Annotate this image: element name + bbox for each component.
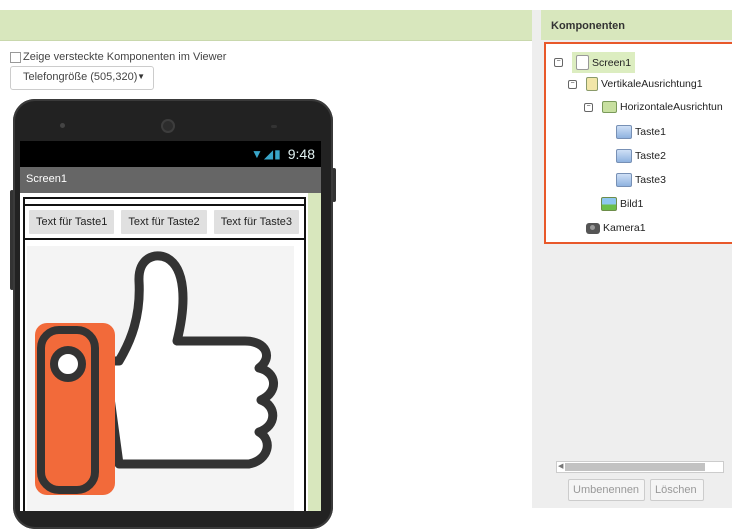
camera-icon (586, 222, 600, 234)
tree-item-taste1[interactable]: Taste1 (616, 125, 666, 139)
tree-item-taste2[interactable]: Taste2 (616, 149, 666, 163)
button-icon (616, 125, 632, 139)
collapse-toggle-icon[interactable]: − (584, 102, 593, 112)
thumbs-up-icon (27, 246, 294, 511)
scrollbar-thumb[interactable] (565, 463, 705, 471)
screen-size-value: Telefongröße (505,320) (23, 71, 138, 83)
viewer-header-bar (0, 10, 532, 41)
tree-label: Taste1 (635, 126, 666, 138)
show-hidden-label: Zeige versteckte Komponenten im Viewer (23, 51, 227, 63)
tree-label: Screen1 (592, 56, 632, 69)
components-panel: − Screen1 − VertikaleAusrichtung1 − Hori… (541, 40, 732, 508)
sensor-icon (271, 125, 277, 128)
signal-battery-icon: ▼◢▮ (251, 147, 282, 161)
scroll-left-icon[interactable]: ◀ (558, 462, 563, 470)
tree-item-screen1[interactable]: − Screen1 (554, 52, 636, 73)
tree-item-taste3[interactable]: Taste3 (616, 173, 666, 187)
tree-item-vertikaleausrichtung1[interactable]: − VertikaleAusrichtung1 (568, 77, 703, 91)
collapse-toggle-icon[interactable]: − (554, 58, 563, 67)
tree-label: Bild1 (620, 198, 644, 210)
design-scroll-strip (308, 193, 321, 511)
earpiece-icon (161, 119, 175, 133)
image-bild1[interactable] (27, 246, 294, 511)
tree-item-horizontaleausrichtung[interactable]: − HorizontaleAusrichtun (584, 101, 723, 113)
phone-frame: ▼◢▮ 9:48 Screen1 Text für Taste1 Text fü… (13, 99, 333, 529)
selected-item: Screen1 (572, 52, 636, 73)
status-bar: ▼◢▮ 9:48 (20, 141, 321, 167)
rename-button[interactable]: Umbenennen (568, 479, 645, 501)
screen-size-select[interactable]: Telefongröße (505,320) ▼ (10, 66, 154, 90)
delete-button[interactable]: Löschen (650, 479, 704, 501)
components-title: Komponenten (551, 20, 625, 32)
vertical-arrangement-icon (586, 77, 598, 91)
design-area[interactable]: Text für Taste1 Text für Taste2 Text für… (20, 193, 321, 511)
panel-divider (532, 10, 541, 508)
button-icon (616, 173, 632, 187)
horizontal-scrollbar[interactable]: ◀ ▶ (556, 461, 724, 473)
vertical-arrangement[interactable]: Text für Taste1 Text für Taste2 Text für… (23, 197, 306, 511)
show-hidden-checkbox[interactable] (10, 51, 21, 63)
screen-title: Screen1 (26, 173, 67, 185)
button-taste1[interactable]: Text für Taste1 (29, 210, 115, 234)
button-taste2[interactable]: Text für Taste2 (121, 210, 207, 234)
tree-label: Kamera1 (603, 222, 646, 234)
components-panel-header: Komponenten (541, 10, 732, 40)
front-camera-icon (60, 123, 65, 128)
show-hidden-components-option[interactable]: Zeige versteckte Komponenten im Viewer (10, 51, 226, 63)
screen-icon (576, 55, 589, 70)
screen-title-bar: Screen1 (20, 167, 321, 193)
status-time: 9:48 (287, 146, 315, 162)
tree-label: Taste3 (635, 174, 666, 186)
delete-button-label: Löschen (655, 484, 697, 496)
tree-item-bild1[interactable]: Bild1 (601, 197, 643, 211)
horizontal-arrangement-icon (602, 101, 617, 113)
horizontal-arrangement[interactable]: Text für Taste1 Text für Taste2 Text für… (25, 204, 304, 240)
tree-label: VertikaleAusrichtung1 (601, 78, 703, 90)
phone-screen: ▼◢▮ 9:48 Screen1 Text für Taste1 Text fü… (20, 141, 321, 511)
tree-item-kamera1[interactable]: Kamera1 (586, 222, 646, 234)
image-icon (601, 197, 617, 211)
button-taste3[interactable]: Text für Taste3 (213, 210, 300, 234)
tree-label: Taste2 (635, 150, 666, 162)
rename-button-label: Umbenennen (573, 484, 640, 496)
button-icon (616, 149, 632, 163)
dropdown-caret-icon: ▼ (137, 72, 145, 81)
collapse-toggle-icon[interactable]: − (568, 79, 577, 89)
component-tree: − Screen1 − VertikaleAusrichtung1 − Hori… (544, 42, 732, 244)
tree-label: HorizontaleAusrichtun (620, 101, 723, 113)
